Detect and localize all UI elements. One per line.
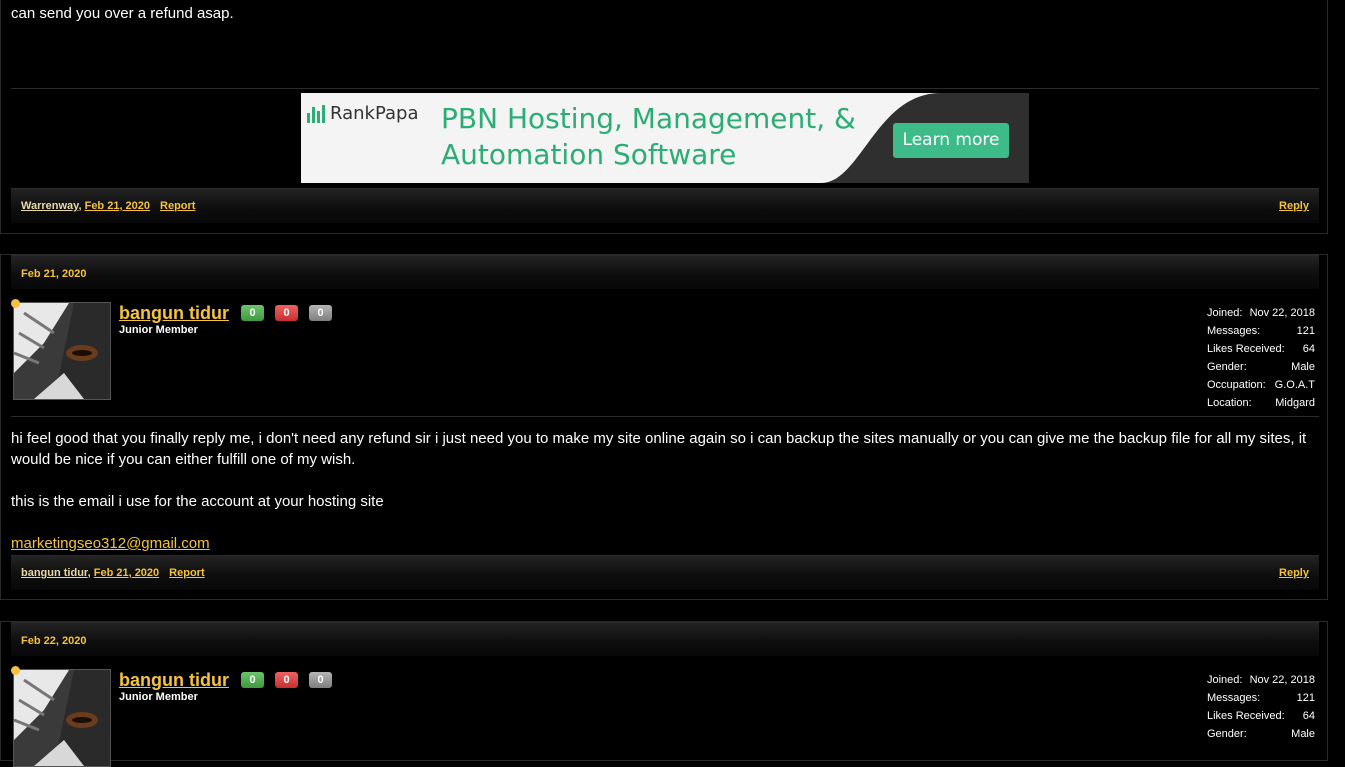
reply-link[interactable]: Reply bbox=[1279, 200, 1309, 212]
avatar[interactable] bbox=[13, 669, 111, 767]
stat-location: Location: Midgard bbox=[1207, 397, 1315, 409]
neutral-rep-badge[interactable]: 0 bbox=[309, 305, 332, 321]
user-stats: Joined: Nov 22, 2018 Messages: 121 Likes R… bbox=[1207, 674, 1315, 746]
positive-rep-badge[interactable]: 0 bbox=[241, 305, 264, 321]
online-indicator-icon bbox=[11, 666, 20, 675]
stat-messages: Messages: 121 bbox=[1207, 692, 1315, 704]
post: Feb 21, 2020 bangun tidur Junior Member … bbox=[0, 254, 1328, 600]
post-author-link[interactable]: bangun tidur bbox=[21, 567, 88, 579]
stat-messages: Messages: 121 bbox=[1207, 325, 1315, 337]
post-previous: can send you over a refund asap. RankPap… bbox=[0, 0, 1328, 234]
goat-eye-avatar-image bbox=[14, 670, 110, 766]
user-title: Junior Member bbox=[119, 324, 198, 336]
user-title: Junior Member bbox=[119, 691, 198, 703]
positive-rep-badge[interactable]: 0 bbox=[241, 672, 264, 688]
post-footer: Warrenway, Feb 21, 2020 Report Reply bbox=[11, 188, 1319, 223]
post-meta: Warrenway, Feb 21, 2020 Report bbox=[21, 200, 196, 212]
post-date-link[interactable]: Feb 21, 2020 bbox=[94, 567, 159, 579]
stat-gender: Gender: Male bbox=[1207, 728, 1315, 740]
report-link[interactable]: Report bbox=[169, 567, 204, 579]
post-footer: bangun tidur, Feb 21, 2020 Report Reply bbox=[11, 555, 1319, 590]
post-date: Feb 22, 2020 bbox=[21, 635, 87, 647]
post-date-bar: Feb 22, 2020 bbox=[11, 622, 1319, 656]
stat-joined: Joined: Nov 22, 2018 bbox=[1207, 307, 1315, 319]
post-date-link[interactable]: Feb 21, 2020 bbox=[85, 200, 150, 212]
user-stats: Joined: Nov 22, 2018 Messages: 121 Likes R… bbox=[1207, 307, 1315, 415]
neutral-rep-badge[interactable]: 0 bbox=[309, 672, 332, 688]
post-divider bbox=[11, 416, 1319, 417]
ad-logo: RankPapa bbox=[307, 103, 419, 124]
stat-likes: Likes Received: 64 bbox=[1207, 343, 1315, 355]
stat-likes: Likes Received: 64 bbox=[1207, 710, 1315, 722]
stat-occupation: Occupation: G.O.A.T bbox=[1207, 379, 1315, 391]
bar-chart-icon bbox=[307, 104, 325, 123]
post-divider bbox=[11, 88, 1319, 89]
post-meta: bangun tidur, Feb 21, 2020 Report bbox=[21, 567, 205, 579]
reply-link[interactable]: Reply bbox=[1279, 567, 1309, 579]
ad-headline: PBN Hosting, Management, & Automation So… bbox=[441, 102, 856, 171]
username-link[interactable]: bangun tidur bbox=[119, 670, 229, 691]
report-link[interactable]: Report bbox=[160, 200, 195, 212]
stat-gender: Gender: Male bbox=[1207, 361, 1315, 373]
online-indicator-icon bbox=[11, 299, 20, 308]
post-author-link[interactable]: Warrenway bbox=[21, 200, 78, 212]
ad-learn-more-button[interactable]: Learn more bbox=[893, 123, 1009, 158]
goat-eye-avatar-image bbox=[14, 303, 110, 399]
ad-brand: RankPapa bbox=[330, 103, 419, 124]
post: Feb 22, 2020 bangun tidur Junior Member … bbox=[0, 621, 1328, 767]
post-body-text: can send you over a refund asap. bbox=[11, 5, 234, 22]
username-link[interactable]: bangun tidur bbox=[119, 303, 229, 324]
avatar[interactable] bbox=[13, 302, 111, 400]
email-link[interactable]: marketingseo312@gmail.com bbox=[11, 535, 210, 552]
stat-joined: Joined: Nov 22, 2018 bbox=[1207, 674, 1315, 686]
ad-banner[interactable]: RankPapa PBN Hosting, Management, & Auto… bbox=[301, 93, 1029, 183]
post-date-bar: Feb 21, 2020 bbox=[11, 255, 1319, 289]
post-body-email: marketingseo312@gmail.com bbox=[11, 533, 1307, 554]
negative-rep-badge[interactable]: 0 bbox=[275, 305, 298, 321]
negative-rep-badge[interactable]: 0 bbox=[275, 672, 298, 688]
post-body-paragraph: this is the email i use for the account … bbox=[11, 493, 384, 510]
post-date: Feb 21, 2020 bbox=[21, 268, 87, 280]
post-body-paragraph: hi feel good that you finally reply me, … bbox=[11, 430, 1307, 468]
